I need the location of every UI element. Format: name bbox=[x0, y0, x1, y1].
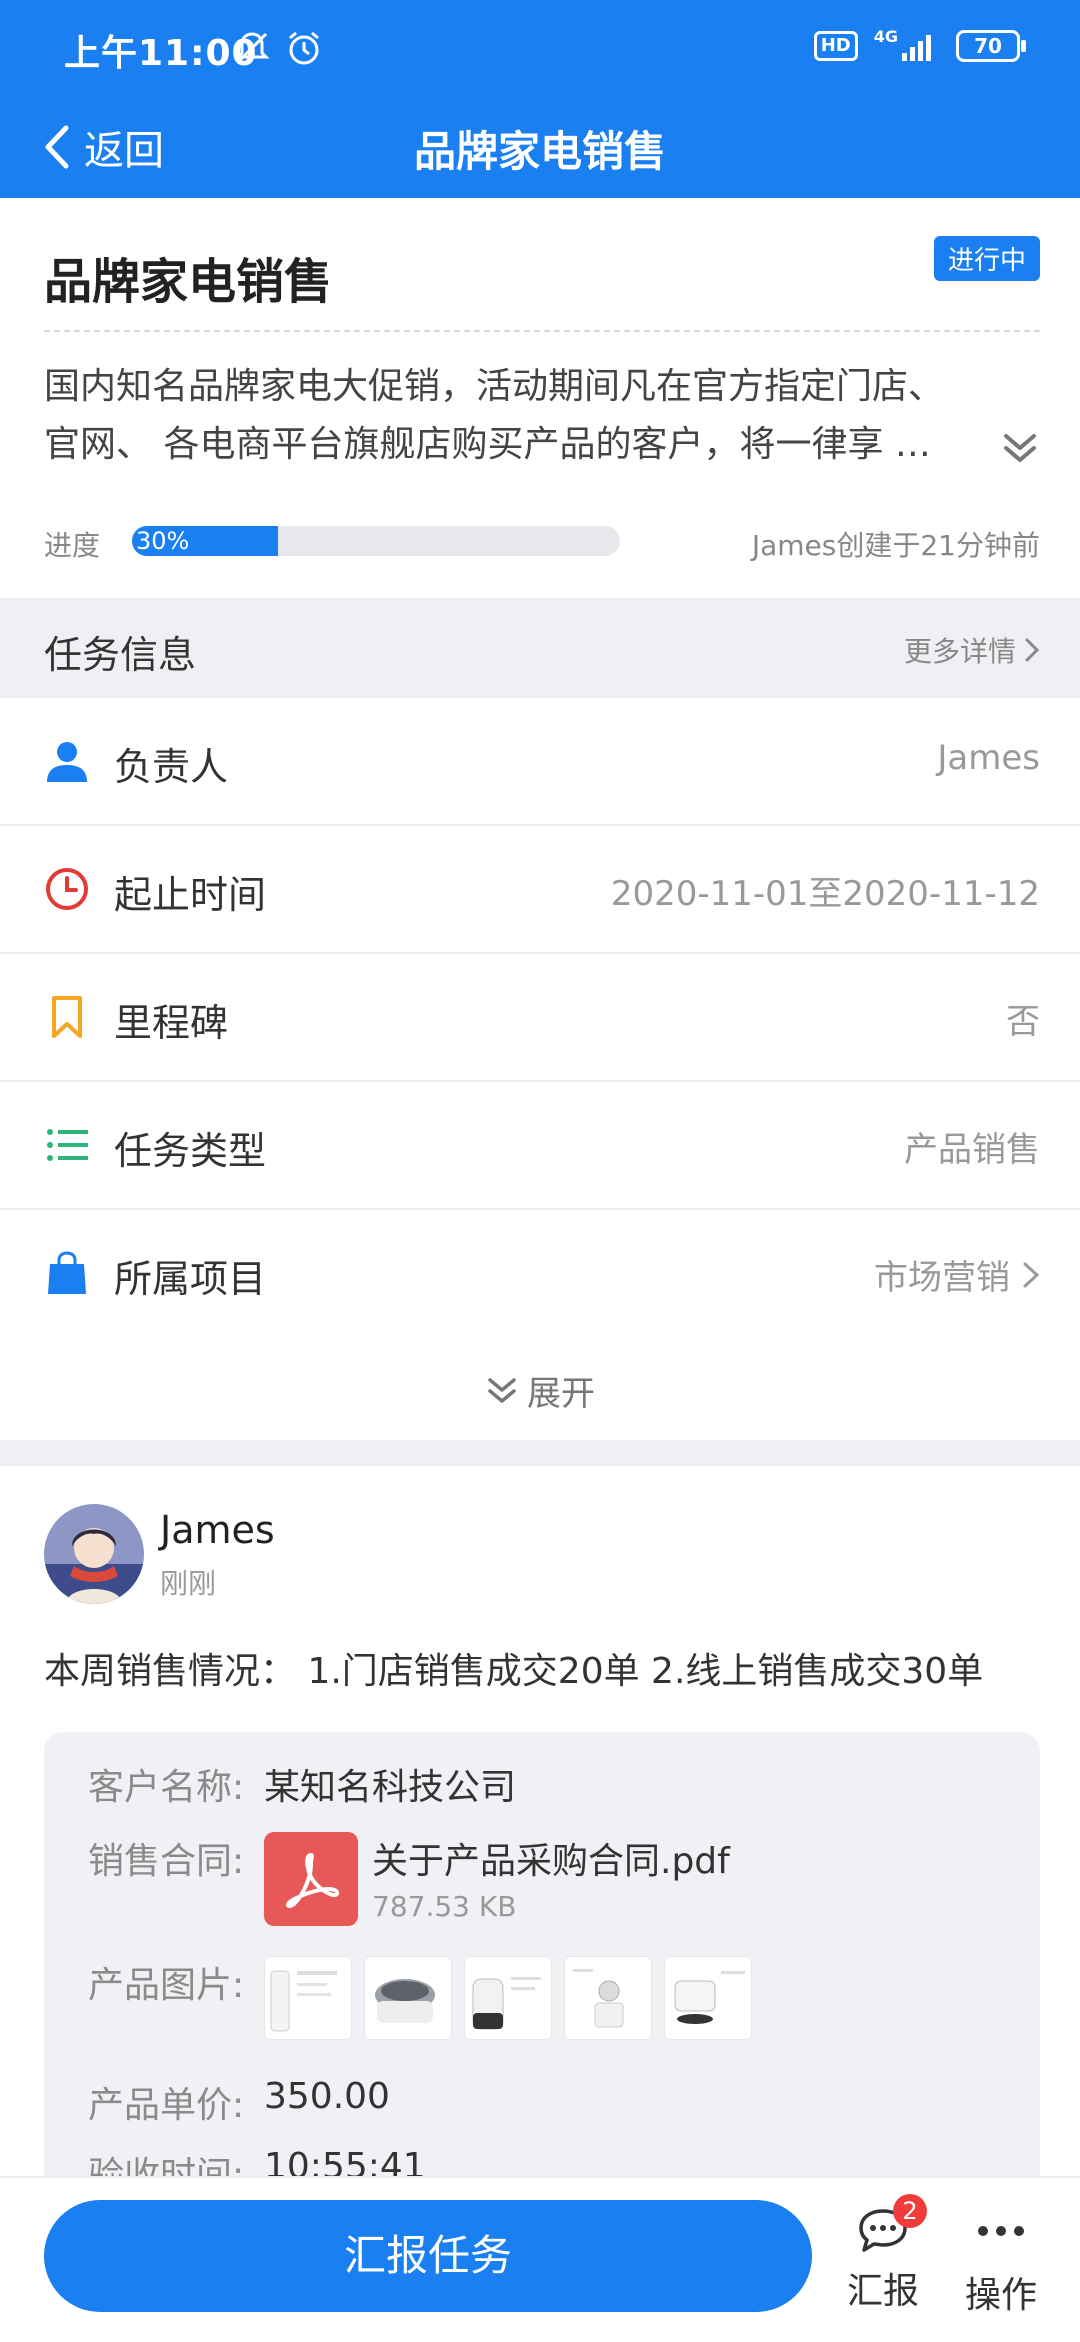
description-line-2: 官网、 各电商平台旗舰店购买产品的客户，将一律享 … bbox=[44, 424, 931, 465]
bag-icon bbox=[48, 1251, 86, 1294]
person-icon bbox=[47, 742, 87, 782]
info-value-text: 产品销售 bbox=[904, 1130, 1040, 1170]
battery-indicator: 70 bbox=[956, 30, 1026, 62]
actions-tab[interactable]: 操作 bbox=[956, 2206, 1046, 2318]
info-value: James bbox=[937, 738, 1040, 778]
contract-file[interactable]: 关于产品采购合同.pdf 787.53 KB bbox=[264, 1832, 730, 1926]
images-label: 产品图片: bbox=[88, 1965, 245, 2006]
product-image-thumb[interactable] bbox=[264, 1956, 352, 2040]
double-chevron-down-icon[interactable] bbox=[1000, 428, 1040, 468]
progress-bar: 30% bbox=[132, 526, 620, 556]
price-value: 350.00 bbox=[264, 2076, 390, 2117]
info-value-text: 2020-11-01至2020-11-12 bbox=[610, 874, 1040, 914]
bottom-action-bar: 汇报任务 2 汇报 操作 bbox=[0, 2176, 1080, 2342]
info-value-text: James bbox=[937, 738, 1040, 778]
progress-fill: 30% bbox=[132, 526, 279, 556]
image-thumbnails bbox=[264, 1956, 752, 2040]
report-details-card: 客户名称: 某知名科技公司 销售合同: 关于产品采购合同.pdf 787.53 … bbox=[44, 1732, 1040, 2196]
double-chevron-down-icon bbox=[488, 1377, 516, 1403]
dashed-divider bbox=[44, 330, 1040, 332]
chat-icon-wrap: 2 bbox=[855, 2194, 927, 2256]
pdf-icon bbox=[264, 1832, 358, 1926]
list-icon bbox=[47, 1129, 88, 1161]
section-title: 任务信息 bbox=[44, 633, 197, 677]
chevron-right-icon bbox=[1023, 1262, 1040, 1287]
avatar[interactable] bbox=[44, 1504, 144, 1604]
info-row-project[interactable]: 所属项目 市场营销 bbox=[0, 1210, 1080, 1338]
status-badge: 进行中 bbox=[933, 236, 1040, 281]
product-image-thumb[interactable] bbox=[364, 1956, 452, 2040]
file-size: 787.53 KB bbox=[372, 1890, 517, 1923]
info-row-type[interactable]: 任务类型 产品销售 bbox=[0, 1082, 1080, 1210]
price-row: 产品单价: 350.00 bbox=[88, 2076, 390, 2128]
contract-label: 销售合同: bbox=[88, 1841, 245, 1882]
info-label: 负责人 bbox=[114, 745, 229, 789]
author-name: James bbox=[160, 1508, 275, 1552]
task-description: 国内知名品牌家电大促销，活动期间凡在官方指定门店、 官网、 各电商平台旗舰店购买… bbox=[44, 358, 984, 474]
task-header-card: 品牌家电销售 进行中 国内知名品牌家电大促销，活动期间凡在官方指定门店、 官网、… bbox=[0, 198, 1080, 598]
task-info-list: 负责人 James 起止时间 2020-11-01至2020-11-12 里程碑… bbox=[0, 698, 1080, 1338]
report-tab[interactable]: 2 汇报 bbox=[838, 2194, 928, 2314]
customer-label: 客户名称: bbox=[88, 1767, 245, 1808]
page-title: 品牌家电销售 bbox=[413, 127, 666, 176]
clock-icon bbox=[46, 868, 88, 910]
report-post: James 刚刚 本周销售情况： 1.门店销售成交20单 2.线上销售成交30单… bbox=[0, 1466, 1080, 2196]
created-info: James创建于21分钟前 bbox=[751, 529, 1040, 562]
progress-label: 进度 bbox=[44, 529, 101, 562]
product-image-thumb[interactable] bbox=[564, 1956, 652, 2040]
expand-label: 展开 bbox=[527, 1374, 595, 1414]
chevron-right-icon bbox=[1025, 638, 1040, 662]
app-bar: 返回 品牌家电销售 bbox=[0, 96, 1080, 198]
actions-tab-label: 操作 bbox=[964, 2275, 1037, 2316]
file-name: 关于产品采购合同.pdf bbox=[372, 1841, 730, 1882]
info-value: 市场营销 bbox=[874, 1250, 1040, 1299]
alarm-icon bbox=[289, 31, 319, 65]
task-title: 品牌家电销售 bbox=[44, 254, 333, 310]
info-label: 任务类型 bbox=[114, 1129, 267, 1173]
contract-row: 销售合同: 关于产品采购合同.pdf 787.53 KB bbox=[88, 1832, 730, 1926]
progress-row: 进度 30% James创建于21分钟前 bbox=[44, 520, 1040, 562]
info-label: 起止时间 bbox=[114, 873, 267, 917]
info-row-owner[interactable]: 负责人 James bbox=[0, 698, 1080, 826]
customer-row: 客户名称: 某知名科技公司 bbox=[88, 1758, 516, 1810]
description-line-1: 国内知名品牌家电大促销，活动期间凡在官方指定门店、 bbox=[44, 366, 945, 407]
price-label: 产品单价: bbox=[88, 2085, 245, 2126]
more-details-link[interactable]: 更多详情 bbox=[904, 630, 1040, 670]
product-image-thumb[interactable] bbox=[464, 1956, 552, 2040]
network-type: 4G bbox=[873, 27, 898, 46]
hd-badge: HD bbox=[813, 31, 858, 61]
more-horizontal-icon bbox=[978, 2226, 1024, 2236]
notification-badge: 2 bbox=[893, 2194, 927, 2228]
info-label: 里程碑 bbox=[114, 1001, 229, 1045]
info-row-time[interactable]: 起止时间 2020-11-01至2020-11-12 bbox=[0, 826, 1080, 954]
expand-toggle[interactable]: 展开 bbox=[0, 1330, 1080, 1440]
info-value-text: 否 bbox=[1006, 1002, 1040, 1042]
report-tab-label: 汇报 bbox=[846, 2271, 919, 2312]
info-value: 2020-11-01至2020-11-12 bbox=[611, 866, 1040, 915]
images-row: 产品图片: bbox=[88, 1956, 752, 2040]
task-info-header: 任务信息 更多详情 bbox=[0, 598, 1080, 698]
file-meta: 关于产品采购合同.pdf 787.53 KB bbox=[372, 1832, 730, 1923]
info-label: 所属项目 bbox=[114, 1257, 267, 1301]
report-task-button[interactable]: 汇报任务 bbox=[44, 2200, 812, 2312]
status-time: 上午11:00 bbox=[64, 33, 258, 74]
status-bar: 上午11:00 HD 4G 70 bbox=[0, 0, 1080, 96]
signal-icon bbox=[902, 35, 931, 61]
section-gap bbox=[0, 1440, 1080, 1466]
expand-inner: 展开 bbox=[485, 1366, 595, 1415]
customer-value: 某知名科技公司 bbox=[264, 1767, 517, 1808]
info-value: 产品销售 bbox=[904, 1122, 1040, 1171]
more-details-label: 更多详情 bbox=[903, 635, 1016, 668]
info-row-milestone[interactable]: 里程碑 否 bbox=[0, 954, 1080, 1082]
post-text: 本周销售情况： 1.门店销售成交20单 2.线上销售成交30单 bbox=[44, 1651, 984, 1692]
product-image-thumb[interactable] bbox=[664, 1956, 752, 2040]
info-value: 否 bbox=[1006, 994, 1040, 1043]
mute-icon bbox=[234, 32, 270, 64]
bookmark-icon bbox=[52, 996, 82, 1038]
info-value-text: 市场营销 bbox=[874, 1258, 1010, 1298]
post-time: 刚刚 bbox=[160, 1567, 217, 1600]
